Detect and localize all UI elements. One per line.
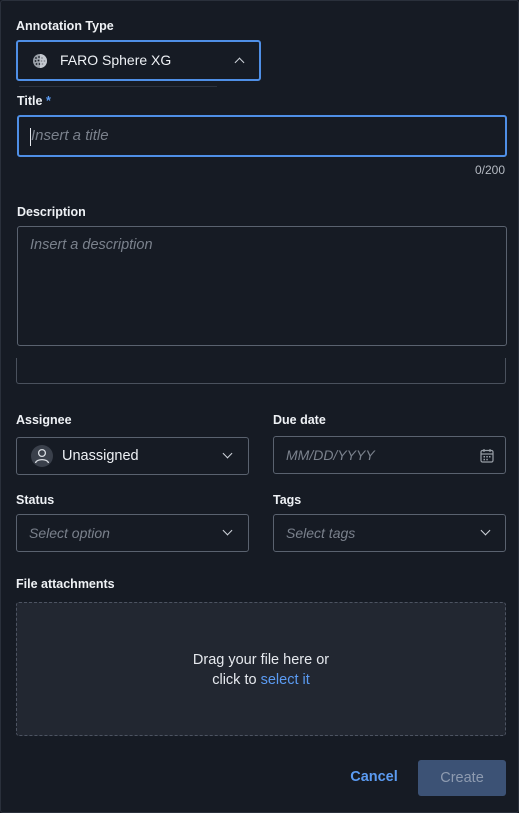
assignee-select[interactable]: Unassigned (16, 437, 249, 475)
status-select[interactable]: Select option (16, 514, 249, 552)
title-char-counter: 0/200 (474, 163, 505, 177)
title-input[interactable]: Insert a title (17, 115, 507, 157)
description-textarea[interactable]: Insert a description (17, 226, 507, 346)
chevron-up-icon (234, 57, 245, 68)
annotation-type-select[interactable]: FARO Sphere XG (16, 40, 261, 81)
annotation-type-value: FARO Sphere XG (60, 52, 172, 68)
create-annotation-panel: Annotation Type FARO Sphere XG Title * I… (0, 0, 519, 813)
file-attachments-label: File attachments (16, 577, 115, 591)
title-label: Title * (17, 94, 51, 108)
calendar-icon[interactable] (480, 448, 494, 463)
assignee-value: Unassigned (62, 448, 139, 464)
tags-label: Tags (273, 493, 302, 507)
tags-placeholder: Select tags (286, 525, 356, 541)
status-placeholder: Select option (29, 525, 110, 541)
file-dropzone[interactable]: Drag your file here or click to select i… (16, 602, 506, 736)
select-file-link[interactable]: select it (261, 672, 310, 688)
description-label: Description (17, 205, 86, 219)
dropzone-text: Drag your file here or click to select i… (192, 652, 330, 688)
description-resize-area (16, 358, 506, 384)
assignee-label: Assignee (16, 413, 72, 427)
due-date-label: Due date (273, 413, 326, 427)
required-mark: * (45, 94, 51, 108)
title-placeholder: Insert a title (31, 127, 109, 144)
chevron-down-icon (480, 525, 491, 536)
due-date-input[interactable]: MM/DD/YYYY (273, 436, 506, 474)
sphere-icon (33, 54, 47, 68)
chevron-down-icon (222, 525, 233, 536)
description-placeholder: Insert a description (30, 237, 153, 253)
status-label: Status (16, 493, 55, 507)
dropdown-shadow-line (19, 86, 217, 87)
annotation-type-label: Annotation Type (16, 19, 114, 33)
cancel-button[interactable]: Cancel (343, 760, 405, 794)
tags-select[interactable]: Select tags (273, 514, 506, 552)
create-button[interactable]: Create (418, 760, 506, 796)
due-date-placeholder: MM/DD/YYYY (286, 447, 375, 463)
chevron-down-icon (222, 448, 233, 459)
user-avatar-icon (31, 445, 53, 467)
